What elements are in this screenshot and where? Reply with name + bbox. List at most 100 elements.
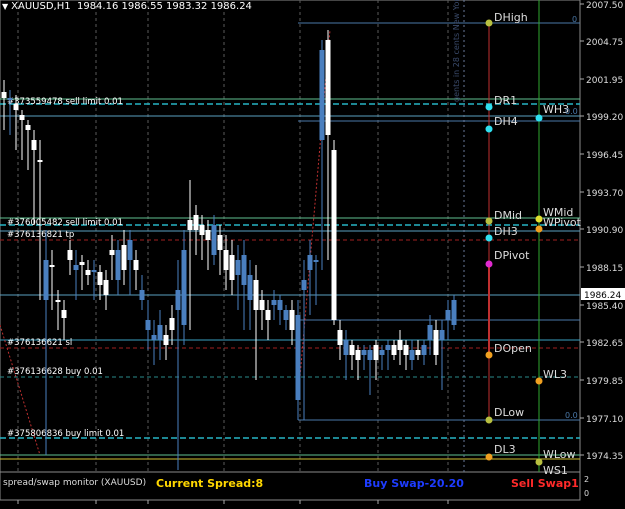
candle-body xyxy=(349,345,355,355)
candle-body xyxy=(109,250,115,255)
dhigh-label: DHigh xyxy=(494,11,528,24)
candle-body xyxy=(343,340,349,355)
price-label: 1996.45 xyxy=(586,151,623,161)
candle-body xyxy=(445,310,451,320)
dlow-marker xyxy=(485,416,493,424)
candle-body xyxy=(31,140,37,150)
dl3-marker xyxy=(485,453,493,461)
candle-body xyxy=(265,310,271,320)
dh4-marker xyxy=(485,125,493,133)
candle-body xyxy=(151,335,157,340)
panel-title: spread/swap monitor (XAUUSD) xyxy=(3,478,147,488)
price-axis: 2007.50 2004.75 2001.95 1999.20 1996.45 1993.… xyxy=(580,1,625,462)
candle-body xyxy=(391,345,397,355)
price-chart[interactable]: #373559478 sell limit 0.01 #376005482 sel… xyxy=(0,0,625,509)
candle-body xyxy=(217,235,223,250)
candle-body xyxy=(25,125,31,130)
dhigh-marker xyxy=(485,19,493,27)
candle-body xyxy=(19,115,25,120)
candle-body xyxy=(385,345,391,350)
candle-body xyxy=(361,350,367,355)
panel-scale-bottom: 0 xyxy=(584,489,589,498)
order-label: #375806836 buy limit 0.01 xyxy=(7,429,124,439)
candle-body xyxy=(169,318,175,330)
candle-body xyxy=(325,40,331,135)
candle-body xyxy=(277,300,283,310)
dr1-marker xyxy=(485,103,493,111)
price-label: 1999.20 xyxy=(586,113,623,123)
ws1-label: WS1 xyxy=(543,464,568,477)
order-label: #376005482 sell limit 0.01 xyxy=(7,218,123,228)
dh4-label: DH4 xyxy=(494,115,518,128)
order-label: #376136621 sl xyxy=(7,338,72,348)
candle-body xyxy=(85,270,91,275)
candle-body xyxy=(103,280,109,295)
candle-body xyxy=(61,310,67,318)
candle-body xyxy=(187,220,193,230)
chart-symbol-arrow-icon[interactable]: ▼ xyxy=(2,2,8,11)
candle-body xyxy=(373,345,379,360)
vertical-note: gents in 28 cents New York xyxy=(452,0,461,102)
candle-body xyxy=(193,215,199,230)
candle-body xyxy=(229,255,235,280)
current-price-label: 1986.24 xyxy=(584,291,621,301)
order-label: #376136628 buy 0.01 xyxy=(7,367,103,377)
candle-body xyxy=(7,98,13,100)
price-label: 1974.35 xyxy=(586,452,623,462)
candle-body xyxy=(115,250,121,280)
sell-swap: Sell Swap1 xyxy=(511,477,579,490)
candle-body xyxy=(133,260,139,270)
price-label: 2007.50 xyxy=(586,1,623,11)
spread-value: 8 xyxy=(255,477,264,490)
wpivot-label: WPivot xyxy=(543,216,582,229)
candle-body xyxy=(271,300,277,305)
dmid-marker xyxy=(485,217,493,225)
candle-body xyxy=(1,92,7,98)
candle-body xyxy=(127,240,133,260)
candle-body xyxy=(67,250,73,260)
price-label: 1990.90 xyxy=(586,226,623,236)
candle-body xyxy=(307,255,313,270)
wl3-marker xyxy=(535,377,543,385)
price-label: 1977.10 xyxy=(586,415,623,425)
candle-body xyxy=(121,245,127,270)
candle-body xyxy=(421,345,427,355)
chart-header: ▼ XAUUSD,H1 1984.16 1986.55 1983.32 1986.… xyxy=(2,1,252,12)
candle-body xyxy=(289,310,295,330)
candle-body xyxy=(175,290,181,310)
candle-body xyxy=(337,330,343,345)
candle-body xyxy=(163,335,169,345)
price-label: 1993.70 xyxy=(586,189,623,199)
candle-body xyxy=(253,280,259,310)
price-label: 2001.95 xyxy=(586,76,623,86)
dpivot-label: DPivot xyxy=(494,249,530,262)
price-label: 1979.85 xyxy=(586,377,623,387)
dlow-label: DLow xyxy=(494,406,524,419)
candle-body xyxy=(301,280,307,290)
current-spread: Current Spread:8 xyxy=(156,477,263,490)
dpivot-marker xyxy=(485,260,493,268)
candle-body xyxy=(91,270,97,272)
spread-label: Current Spread: xyxy=(156,477,256,490)
dmid-label: DMid xyxy=(494,209,522,222)
chart-symbol: XAUUSD,H1 xyxy=(11,1,71,12)
price-label: 1982.65 xyxy=(586,339,623,349)
candle-body xyxy=(205,230,211,240)
wlow-label: WLow xyxy=(543,448,576,461)
candle-body xyxy=(283,310,289,320)
zero-label: 0.0 xyxy=(565,411,578,420)
candle-body xyxy=(241,255,247,285)
dh3-label: DH3 xyxy=(494,225,518,238)
candle-body xyxy=(427,325,433,340)
order-label: #373559478 sell limit 0.01 xyxy=(7,97,123,107)
candle-body xyxy=(181,250,187,325)
candle-body xyxy=(295,315,301,400)
candle-body xyxy=(355,350,361,360)
candle-body xyxy=(403,345,409,355)
chart-ohlc: 1984.16 1986.55 1983.32 1986.24 xyxy=(76,1,252,12)
candle-body xyxy=(367,350,373,360)
candle-body xyxy=(145,320,151,330)
dr1-label: DR1 xyxy=(494,94,517,107)
price-label: 2004.75 xyxy=(586,38,623,48)
candle-body xyxy=(139,290,145,300)
